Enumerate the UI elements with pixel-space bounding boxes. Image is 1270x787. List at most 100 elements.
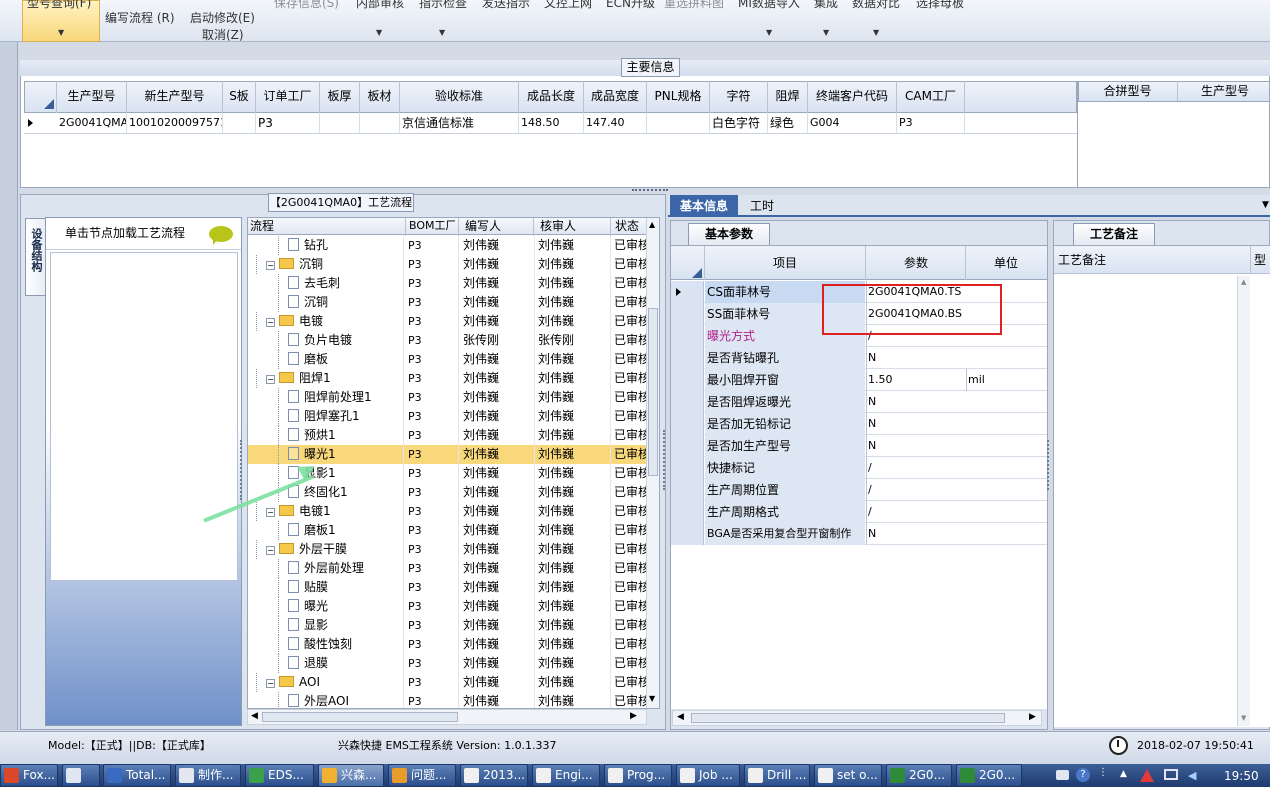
params-hscrollbar[interactable]: ◀ ▶ [672, 710, 1042, 726]
taskbar-button[interactable]: Drill ... [744, 764, 810, 787]
scroll-thumb[interactable] [648, 308, 658, 476]
toolbar-button-instruction-check[interactable]: 指示检查 [419, 0, 467, 11]
tray-expand-icon[interactable]: ▲ [1120, 769, 1127, 779]
taskbar-button[interactable]: 制作... [175, 764, 241, 787]
tray-app-icon[interactable] [1140, 769, 1154, 782]
scroll-down-icon[interactable]: ▼ [1241, 714, 1246, 722]
main-info-cell[interactable]: 2G0041QMA0 [59, 113, 126, 133]
param-value[interactable]: N [866, 435, 966, 457]
param-row[interactable]: BGA是否采用复合型开窗制作 N [671, 523, 1047, 545]
flow-tree-row[interactable]: 贴膜 P3 刘伟巍 刘伟巍 已审核 [248, 578, 648, 597]
flow-tree-row[interactable]: 预烘1 P3 刘伟巍 刘伟巍 已审核 [248, 426, 648, 445]
param-row[interactable]: 最小阻焊开窗 1.50 mil [671, 369, 1047, 391]
collapse-toggle-icon[interactable]: − [266, 508, 275, 517]
flow-tree-row[interactable]: − 电镀 P3 刘伟巍 刘伟巍 已审核 [248, 312, 648, 331]
tray-help-icon[interactable]: ? [1076, 768, 1090, 782]
param-value[interactable]: N [866, 523, 966, 545]
taskbar-button[interactable]: set o... [814, 764, 882, 787]
flow-tree-row[interactable]: 钻孔 P3 刘伟巍 刘伟巍 已审核 [248, 236, 648, 255]
panel-collapse-handle[interactable] [240, 440, 245, 500]
tray-network-icon[interactable]: ⋮ [1098, 767, 1108, 778]
flow-tree-row[interactable]: − 电镀1 P3 刘伟巍 刘伟巍 已审核 [248, 502, 648, 521]
main-info-col-header[interactable]: 板厚 [320, 81, 360, 113]
main-info-cell[interactable]: G004 [810, 113, 896, 133]
param-row[interactable]: 快捷标记 / [671, 457, 1047, 479]
main-info-cell[interactable]: P3 [258, 113, 319, 133]
right-tabstrip-scroll-icon[interactable]: ▼ [1262, 200, 1269, 210]
notes-vscrollbar[interactable]: ▲ ▼ [1237, 276, 1250, 726]
param-value[interactable]: / [866, 457, 966, 479]
param-row-header[interactable] [671, 369, 704, 391]
chevron-down-icon[interactable]: ▼ [823, 28, 829, 37]
param-value[interactable]: N [866, 413, 966, 435]
flow-tree-row[interactable]: 酸性蚀刻 P3 刘伟巍 刘伟巍 已审核 [248, 635, 648, 654]
tab-basic-info[interactable]: 基本信息 [670, 195, 738, 217]
taskbar-button[interactable] [62, 764, 100, 787]
toolbar-button-start-edit[interactable]: 启动修改(E) [190, 9, 255, 26]
chevron-down-icon[interactable]: ▼ [376, 28, 382, 37]
main-info-col-header[interactable]: 验收标准 [400, 81, 519, 113]
hscroll-thumb[interactable] [262, 712, 458, 722]
param-row-header[interactable] [671, 435, 704, 457]
param-value[interactable]: N [866, 347, 966, 369]
taskbar-button[interactable]: Engi... [532, 764, 600, 787]
taskbar-button[interactable]: Job ... [676, 764, 740, 787]
tray-speaker-icon[interactable]: ◀ [1188, 769, 1196, 782]
flow-tree-row[interactable]: − 阻焊1 P3 刘伟巍 刘伟巍 已审核 [248, 369, 648, 388]
flow-tree-row[interactable]: 外层AOI P3 刘伟巍 刘伟巍 已审核 [248, 692, 648, 708]
toolbar-button-save[interactable]: 保存信息(S) [274, 0, 339, 11]
toolbar-button-integrate[interactable]: 集成 [814, 0, 838, 11]
flow-tree-row[interactable]: 沉铜 P3 刘伟巍 刘伟巍 已审核 [248, 293, 648, 312]
flow-tree-row[interactable]: 负片电镀 P3 张传刚 张传刚 已审核 [248, 331, 648, 350]
params-tab[interactable]: 基本参数 [688, 223, 770, 245]
param-row-header[interactable] [671, 391, 704, 413]
main-info-col-header[interactable]: 成品长度 [519, 81, 584, 113]
main-info-col-header[interactable]: 新生产型号 [127, 81, 223, 113]
collapse-toggle-icon[interactable]: − [266, 318, 275, 327]
main-info-col-header[interactable]: 成品宽度 [584, 81, 647, 113]
param-row-header[interactable] [671, 479, 704, 501]
taskbar-button[interactable]: 2G0... [956, 764, 1022, 787]
main-info-col-header[interactable]: S板 [223, 81, 256, 113]
param-row-header[interactable] [671, 281, 704, 303]
toolbar-button-internal-review[interactable]: 内部审核 [356, 0, 404, 11]
chevron-down-icon[interactable]: ▼ [766, 28, 772, 37]
taskbar-button[interactable]: Fox... [0, 764, 58, 787]
main-info-col-header[interactable]: 板材 [360, 81, 400, 113]
toolbar-button-mi-import[interactable]: MI数据导入 [738, 0, 800, 11]
toolbar-button-cancel[interactable]: 取消(Z) [202, 26, 244, 43]
scroll-up-icon[interactable]: ▲ [1241, 278, 1246, 286]
scroll-right-icon[interactable]: ▶ [1029, 712, 1036, 722]
hscroll-thumb[interactable] [691, 713, 1005, 723]
collapse-toggle-icon[interactable]: − [266, 546, 275, 555]
scroll-left-icon[interactable]: ◀ [251, 711, 258, 721]
taskbar-button[interactable]: Prog... [604, 764, 672, 787]
main-info-col-header[interactable]: 阻焊 [768, 81, 808, 113]
main-info-col-header[interactable]: 订单工厂 [256, 81, 320, 113]
chevron-down-icon[interactable]: ▼ [58, 28, 64, 37]
flow-tree-row[interactable]: 阻焊塞孔1 P3 刘伟巍 刘伟巍 已审核 [248, 407, 648, 426]
toolbar-button-ecn-upgrade[interactable]: ECN升级 [606, 0, 655, 11]
scroll-up-icon[interactable]: ▲ [649, 220, 655, 229]
toolbar-button-reselect-material[interactable]: 重选拼料图 [664, 0, 724, 11]
main-info-cell[interactable]: 京信通信标准 [402, 113, 518, 133]
param-value[interactable]: / [866, 501, 966, 523]
param-row[interactable]: 是否加无铅标记 N [671, 413, 1047, 435]
chevron-down-icon[interactable]: ▼ [439, 28, 445, 37]
toolbar-button-write-flow[interactable]: 编写流程 (R) [105, 9, 175, 26]
param-row[interactable]: 生产周期格式 / [671, 501, 1047, 523]
flow-tree-row[interactable]: 磨板 P3 刘伟巍 刘伟巍 已审核 [248, 350, 648, 369]
flow-tree-row[interactable]: 退膜 P3 刘伟巍 刘伟巍 已审核 [248, 654, 648, 673]
param-row[interactable]: 是否阻焊返曝光 N [671, 391, 1047, 413]
taskbar-button[interactable]: 问题... [388, 764, 456, 787]
toolbar-button-data-compare[interactable]: 数据对比 [852, 0, 900, 11]
main-info-col-header[interactable]: PNL规格 [647, 81, 710, 113]
flow-vscrollbar[interactable]: ▲ ▼ [646, 218, 659, 708]
taskbar-button[interactable]: Total... [103, 764, 171, 787]
flow-tree-row[interactable]: 去毛刺 P3 刘伟巍 刘伟巍 已审核 [248, 274, 648, 293]
param-row-header[interactable] [671, 303, 704, 325]
main-info-col-header[interactable]: 生产型号 [57, 81, 127, 113]
taskbar-button[interactable]: 2013... [460, 764, 528, 787]
main-info-col-header[interactable]: 字符 [710, 81, 768, 113]
notes-tab[interactable]: 工艺备注 [1073, 223, 1155, 245]
